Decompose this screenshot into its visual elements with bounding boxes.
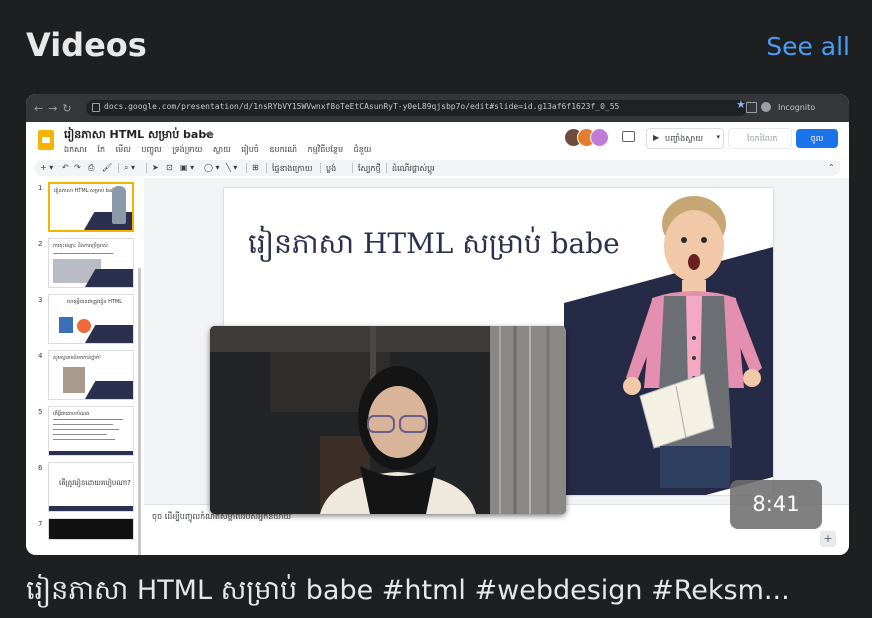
thumb-number: 6: [38, 464, 43, 472]
thumb-number: 4: [38, 352, 43, 360]
thumb-title: ហេតុអ្វីបានជាត្រូវរៀន HTML: [67, 299, 122, 305]
select-cursor-icon: ➤: [152, 163, 159, 172]
background-button: ផ្ទៃខាងក្រោយ: [272, 164, 313, 173]
slide-thumbnail: តើត្រូវរៀនដោយរបៀបណា?: [48, 462, 134, 512]
browser-nav-icons: ←→↻: [34, 102, 77, 115]
add-icon: +: [820, 531, 836, 547]
add-icon: + ▾: [40, 163, 54, 172]
see-all-link[interactable]: See all: [766, 32, 850, 61]
undo-icon: ↶: [62, 163, 69, 172]
line-icon: ╲ ▾: [226, 163, 238, 172]
thumb-number: 5: [38, 408, 43, 416]
menu-file: ឯកសារ: [64, 145, 87, 154]
thumb-illustration: [59, 317, 73, 333]
share-ghost-button: ចែករំលែក: [728, 128, 792, 149]
thumb-title: រៀនភាសា HTML សម្រាប់ babe: [54, 188, 119, 194]
bookmark-star-icon: ★: [736, 98, 746, 111]
menu-arrange: រៀបចំ: [241, 145, 259, 154]
thumb-child-image: [112, 186, 126, 224]
zoom-icon: ⌕ ▾: [124, 163, 136, 172]
present-label: បញ្ចាំងស្លាយ: [665, 134, 703, 143]
avatar: [590, 128, 609, 147]
thumb-title: សូមស្វាគមន៍មកកាន់ថ្នាក់!: [53, 355, 102, 361]
print-icon: ⎙: [88, 163, 95, 172]
share-button: ចូល: [796, 129, 838, 148]
redo-icon: ↷: [74, 163, 81, 172]
menu-edit: កែ: [97, 145, 106, 154]
thumb-number: 1: [38, 184, 43, 192]
comment-add-icon: ⊞: [252, 163, 259, 172]
slides-toolbar: + ▾ ↶ ↷ ⎙ 🖌 ⌕ ▾ ➤ ⊡ ▣ ▾ ◯ ▾ ╲ ▾ ⊞ ផ្ទៃខា…: [34, 160, 840, 176]
menu-view: មើល: [115, 145, 131, 154]
layout-button: ប្លង់: [326, 164, 337, 173]
present-button: ▶ បញ្ចាំងស្លាយ ▾: [646, 128, 724, 149]
thumb-photo: [63, 367, 85, 393]
menu-help: ជំនួយ: [353, 145, 372, 154]
incognito-icon: [761, 102, 771, 112]
thumb-number: 7: [38, 520, 43, 528]
comment-icon: [622, 131, 635, 142]
browser-toolbar: ←→↻ docs.google.com/presentation/d/1nsRY…: [26, 94, 849, 122]
incognito-label: Incognito: [778, 103, 816, 112]
share-ghost-label: ចែករំលែក: [747, 134, 778, 143]
thumb-title: ការចុះឈ្មោះ និងការប្រើប្រាស់: [53, 243, 108, 249]
play-icon: ▶: [653, 133, 660, 142]
url-text: docs.google.com/presentation/d/1nsRYbVY1…: [104, 102, 620, 111]
menu-slide: ស្លាយ: [212, 145, 231, 154]
slides-app-header: រៀនភាសា HTML សម្រាប់ babe ☁ ឯកសារ កែ មើល…: [26, 122, 849, 178]
thumb-orange-circle: [77, 319, 91, 333]
lock-icon: [92, 103, 100, 112]
sidepanel-icon: [746, 102, 757, 113]
address-bar: docs.google.com/presentation/d/1nsRYbVY1…: [86, 100, 748, 116]
video-title[interactable]: រៀនភាសា HTML សម្រាប់ babe #html #webdesi…: [26, 574, 846, 613]
video-thumbnail[interactable]: ←→↻ docs.google.com/presentation/d/1nsRY…: [26, 94, 849, 555]
doc-title: រៀនភាសា HTML សម្រាប់ babe: [64, 128, 214, 141]
section-title: Videos: [26, 26, 147, 64]
slide-thumbnail: [48, 518, 134, 540]
child-photo: [623, 196, 762, 488]
thumb-title: តើអ្វីជាគោលបំណង: [53, 411, 90, 417]
paint-format-icon: 🖌: [102, 163, 113, 172]
thumb-title: តើត្រូវរៀនដោយរបៀបណា?: [59, 479, 131, 487]
filmstrip-scrollbar: [138, 268, 141, 555]
slide-filmstrip: 1 រៀនភាសា HTML សម្រាប់ babe 2 ការចុះឈ្មោ…: [26, 178, 144, 555]
cloud-saved-icon: ☁: [204, 127, 214, 138]
theme-button: ស្បែកថ្មី: [358, 164, 381, 173]
slide-thumbnail: ការចុះឈ្មោះ និងការប្រើប្រាស់: [48, 238, 134, 288]
thumb-number: 2: [38, 240, 43, 248]
chevron-up-icon: ⌃: [828, 163, 835, 172]
slide-thumbnail: រៀនភាសា HTML សម្រាប់ babe: [48, 182, 134, 232]
videos-section-header: Videos See all: [0, 0, 872, 90]
slide-thumbnail: តើអ្វីជាគោលបំណង: [48, 406, 134, 456]
menu-format: ទ្រង់ទ្រាយ: [172, 145, 203, 154]
textbox-icon: ⊡: [166, 163, 173, 172]
menu-extensions: កម្មវិធីបន្ថែម: [307, 145, 344, 154]
slide-thumbnail: សូមស្វាគមន៍មកកាន់ថ្នាក់!: [48, 350, 134, 400]
webcam-overlay: [210, 326, 566, 514]
video-duration-badge: 8:41: [730, 480, 822, 529]
thumb-number: 3: [38, 296, 43, 304]
menu-bar: ឯកសារ កែ មើល បញ្ចូល ទ្រង់ទ្រាយ ស្លាយ រៀប…: [64, 144, 379, 156]
shape-icon: ◯ ▾: [204, 163, 220, 172]
slide-thumbnail: ហេតុអ្វីបានជាត្រូវរៀន HTML: [48, 294, 134, 344]
slides-logo-icon: [38, 130, 54, 150]
slide-title: រៀនភាសា HTML សម្រាប់ babe: [248, 227, 620, 260]
menu-tools: ឧបករណ៍: [269, 145, 297, 154]
menu-insert: បញ្ចូល: [141, 145, 162, 154]
transition-button: ដំណើរផ្លាស់ប្ដូរ: [392, 164, 435, 173]
webcam-presenter-image: [210, 326, 566, 514]
image-icon: ▣ ▾: [180, 163, 195, 172]
chevron-down-icon: ▾: [716, 133, 720, 141]
